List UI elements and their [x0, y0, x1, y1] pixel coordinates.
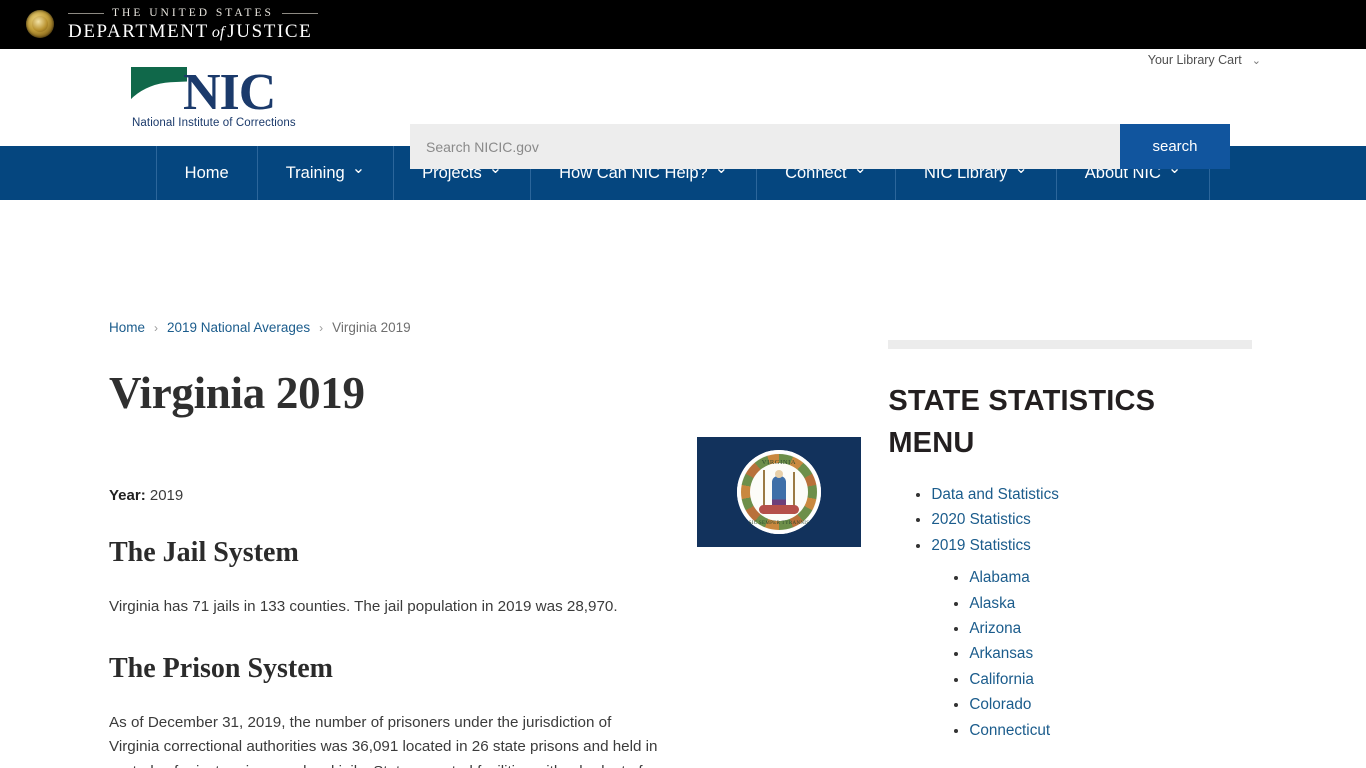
sidebar-item-california: California — [969, 667, 1263, 692]
sidebar-link-arizona[interactable]: Arizona — [969, 620, 1021, 637]
section-paragraph-prison-system: As of December 31, 2019, the number of p… — [109, 713, 658, 768]
doj-department-text: DEPARTMENT — [68, 21, 209, 43]
sidebar-link-data-and-statistics[interactable]: Data and Statistics — [931, 486, 1059, 503]
breadcrumb: Home › 2019 National Averages › Virginia… — [103, 320, 1263, 335]
virginia-seal-icon: VIRGINIA SIC SEMPER TYRANNIS — [737, 450, 821, 534]
year-label: Year: — [109, 487, 146, 504]
content-columns: Virginia 2019 Year: 2019 The Jail System… — [103, 335, 1263, 768]
breadcrumb-item-home[interactable]: Home — [109, 320, 145, 335]
chevron-down-icon: ⌄ — [351, 160, 366, 177]
doj-rule-left — [68, 13, 104, 14]
sidebar-title: STATE STATISTICS MENU — [888, 385, 1156, 460]
doj-justice-text: JUSTICE — [227, 21, 313, 43]
sidebar-item-colorado: Colorado — [969, 692, 1263, 717]
doj-line-united-states: THE UNITED STATES — [68, 6, 318, 20]
seal-fallen-figure — [759, 505, 799, 514]
library-cart-label: Your Library Cart — [1147, 53, 1242, 67]
sidebar-item-arkansas: Arkansas — [969, 641, 1263, 666]
doj-united-states-text: THE UNITED STATES — [112, 6, 274, 19]
sidebar-link-arkansas[interactable]: Arkansas — [969, 645, 1033, 662]
sidebar-link-california[interactable]: California — [969, 671, 1034, 688]
doj-seal-icon — [26, 10, 54, 38]
sidebar-divider — [888, 340, 1253, 349]
site-search: search — [410, 124, 1230, 169]
chevron-down-icon: ⌄ — [714, 160, 729, 177]
site-header: Your Library Cart ⌄ NIC National Institu… — [0, 49, 1366, 169]
sidebar-state-list: Alabama Alaska Arizona Arkansas — [931, 565, 1263, 743]
sidebar-item-data-and-statistics: Data and Statistics — [931, 482, 1263, 507]
sidebar-link-colorado[interactable]: Colorado — [969, 696, 1031, 713]
sidebar-item-arizona: Arizona — [969, 616, 1263, 641]
sidebar-link-alabama[interactable]: Alabama — [969, 569, 1029, 586]
library-cart-toggle[interactable]: Your Library Cart ⌄ — [1148, 53, 1261, 67]
nic-logo-subtitle: National Institute of Corrections — [132, 117, 296, 129]
seal-bottom-text: SIC SEMPER TYRANNIS — [748, 521, 810, 526]
sidebar: STATE STATISTICS MENU Data and Statistic… — [883, 335, 1263, 768]
sidebar-menu: Data and Statistics 2020 Statistics 2019… — [888, 482, 1263, 743]
doj-rule-right — [281, 13, 318, 14]
seal-figure-head — [775, 470, 783, 478]
year-value: 2019 — [149, 487, 184, 504]
chevron-down-icon: ⌄ — [1014, 160, 1028, 177]
sidebar-link-2020-statistics[interactable]: 2020 Statistics — [931, 511, 1030, 528]
chevron-down-icon: ⌄ — [853, 160, 867, 177]
main-column: Virginia 2019 Year: 2019 The Jail System… — [109, 335, 883, 768]
sidebar-item-2019-statistics: 2019 Statistics Alabama Alaska Arizona — [931, 533, 1263, 743]
sidebar-item-connecticut: Connecticut — [969, 718, 1263, 743]
nic-logo-letters: NIC — [183, 64, 276, 121]
sidebar-item-alabama: Alabama — [969, 565, 1263, 590]
page-title: Virginia 2019 — [109, 368, 365, 418]
breadcrumb-separator-icon: › — [154, 320, 159, 335]
breadcrumb-separator-icon: › — [319, 320, 324, 335]
sidebar-item-2020-statistics: 2020 Statistics — [931, 507, 1263, 532]
nav-item-label: Home — [184, 163, 229, 182]
page-body: Home › 2019 National Averages › Virginia… — [0, 200, 1366, 768]
section-paragraph-jail-system: Virginia has 71 jails in 133 counties. T… — [109, 598, 618, 615]
content-container: Home › 2019 National Averages › Virginia… — [103, 200, 1263, 768]
virginia-state-flag: VIRGINIA SIC SEMPER TYRANNIS — [697, 437, 861, 547]
chevron-down-icon: ⌄ — [488, 160, 503, 177]
chevron-down-icon: ⌄ — [1251, 54, 1261, 67]
nic-logo-mark-icon — [131, 67, 187, 113]
sidebar-link-alaska[interactable]: Alaska — [969, 595, 1015, 612]
nav-item-label: Training — [285, 163, 345, 182]
nav-item-home[interactable]: Home — [155, 146, 257, 200]
nav-item-training[interactable]: Training ⌄ — [256, 146, 393, 200]
chevron-down-icon: ⌄ — [1167, 160, 1182, 177]
sidebar-link-2019-statistics[interactable]: 2019 Statistics — [931, 537, 1030, 554]
section-heading-prison-system: The Prison System — [109, 652, 333, 684]
nic-logo[interactable]: NIC National Institute of Corrections — [131, 64, 296, 133]
breadcrumb-item-2019-national-averages[interactable]: 2019 National Averages — [167, 320, 310, 335]
seal-top-text: VIRGINIA — [761, 459, 797, 466]
doj-banner: THE UNITED STATES DEPARTMENT of JUSTICE — [0, 0, 1366, 49]
sidebar-item-alaska: Alaska — [969, 591, 1263, 616]
doj-wordmark: THE UNITED STATES DEPARTMENT of JUSTICE — [68, 6, 318, 41]
doj-line-department: DEPARTMENT of JUSTICE — [68, 22, 318, 41]
breadcrumb-item-current: Virginia 2019 — [332, 320, 411, 335]
sidebar-link-connecticut[interactable]: Connecticut — [969, 722, 1050, 739]
doj-of-text: of — [211, 24, 225, 42]
